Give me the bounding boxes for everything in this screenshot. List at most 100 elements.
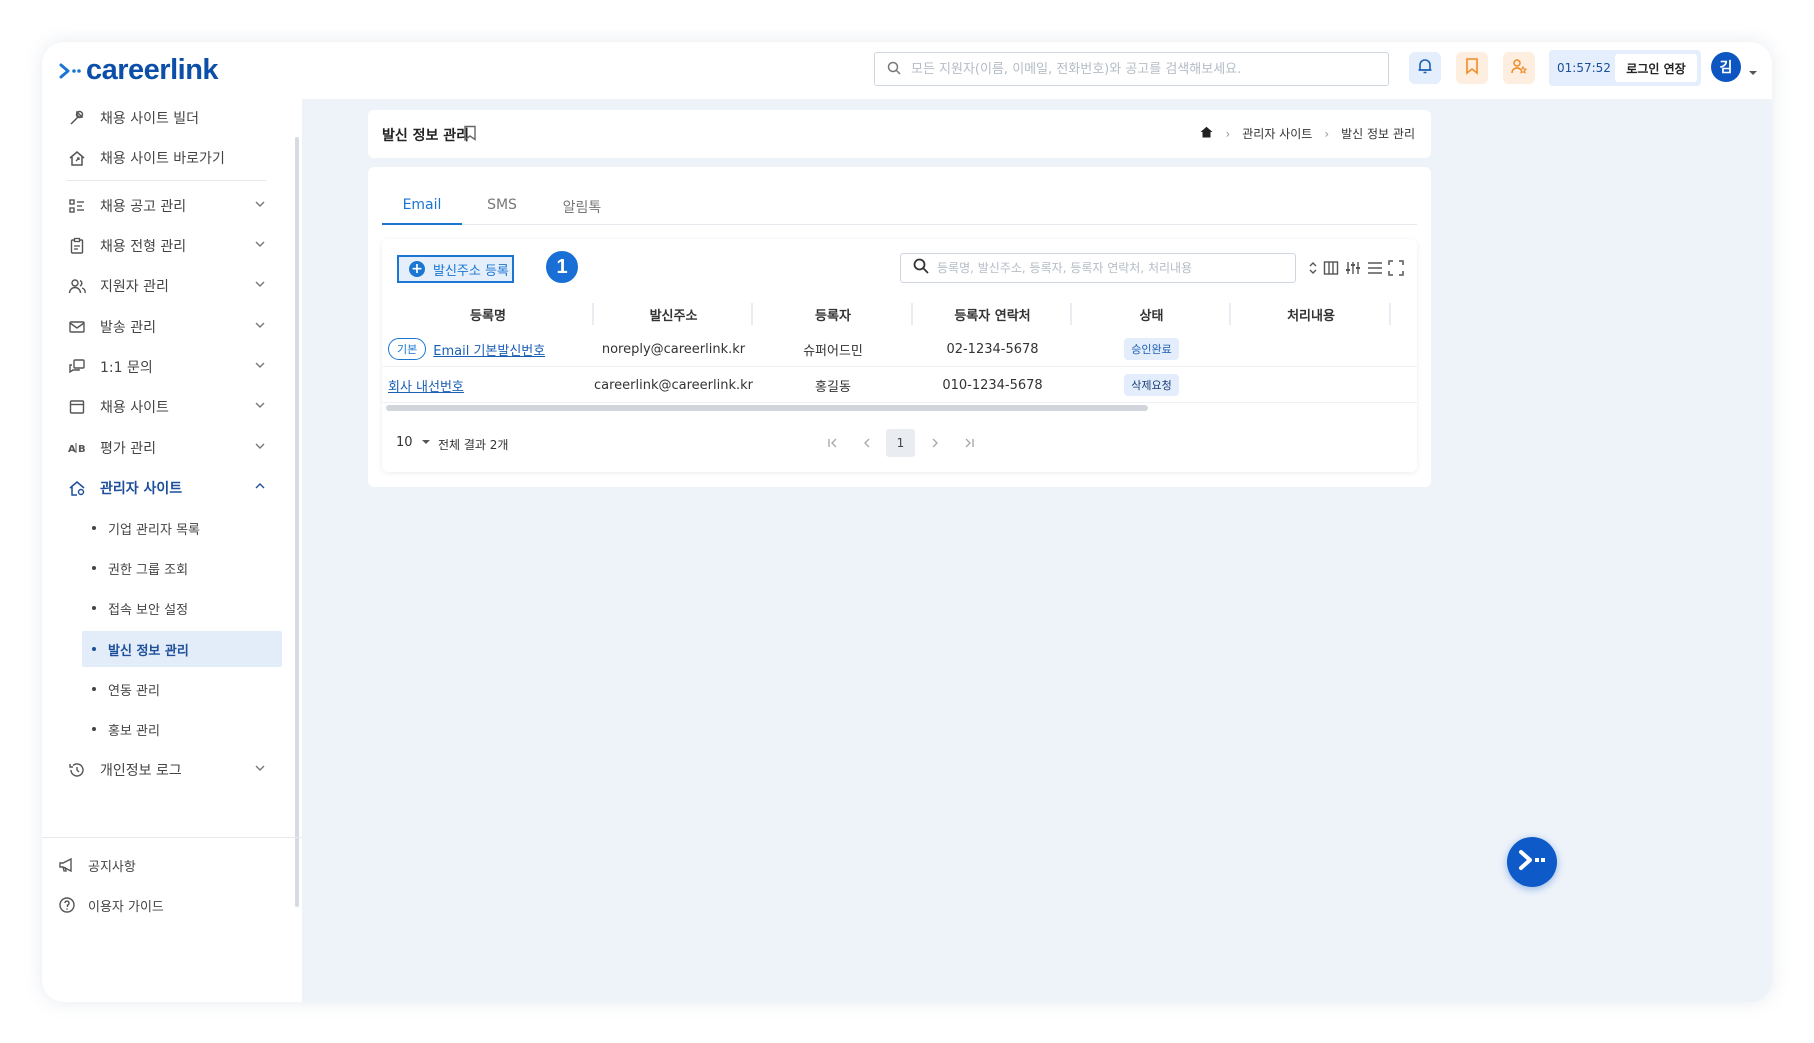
columns-icon[interactable]: [1322, 259, 1340, 277]
tab-email[interactable]: Email: [382, 187, 462, 225]
sort-icon[interactable]: [1304, 259, 1322, 277]
sidebar-scrollbar[interactable]: [295, 137, 299, 907]
prev-page-icon[interactable]: [852, 429, 881, 457]
chevron-down-icon: [254, 278, 266, 294]
add-sender-label: 발신주소 등록: [433, 263, 509, 279]
cell-note: [1231, 367, 1391, 403]
sidebar-item-applicants[interactable]: 지원자 관리: [66, 267, 266, 305]
chevron-down-icon: [254, 319, 266, 335]
sidebar-sub-security[interactable]: 접속 보안 설정: [82, 590, 282, 626]
sidebar-sub-promotion[interactable]: 홍보 관리: [82, 711, 282, 747]
sidebar-item-user-guide[interactable]: 이용자 가이드: [56, 887, 164, 923]
sidebar-item-label: 채용 사이트: [100, 400, 169, 416]
sidebar-item-privacy-log[interactable]: 개인정보 로그: [66, 751, 266, 789]
sidebar-item-label: 채용 전형 관리: [100, 239, 187, 255]
sidebar-item-evaluation[interactable]: AB 평가 관리: [66, 429, 266, 467]
content-card: Email SMS 알림톡 + 발신주소 등록 등록명, 발신주소, 등록자, …: [368, 167, 1431, 487]
home-link-icon: [66, 147, 88, 169]
sidebar-item-inquiry[interactable]: 1:1 문의: [66, 348, 266, 386]
cell-phone: 010-1234-5678: [942, 377, 1043, 393]
sidebar-item-label: 1:1 문의: [100, 360, 153, 376]
column-header[interactable]: 상태: [1072, 297, 1231, 331]
sidebar-sub-label: 홍보 관리: [108, 723, 160, 739]
cell-name: 기본 Email 기본발신번호: [382, 331, 594, 367]
ab-icon: AB: [66, 437, 88, 459]
sidebar-item-label: 발송 관리: [100, 320, 156, 336]
sidebar-item-label: 채용 사이트 바로가기: [100, 151, 225, 167]
notification-button[interactable]: [1409, 52, 1441, 84]
sidebar-sub-sender-info[interactable]: 발신 정보 관리: [82, 631, 282, 667]
column-header[interactable]: 등록자: [753, 297, 913, 331]
filter-sliders-icon[interactable]: [1344, 259, 1362, 277]
bookmark-icon[interactable]: [463, 125, 477, 145]
default-chip: 기본: [388, 338, 427, 360]
bullet-icon: [92, 727, 96, 731]
bell-icon: [1416, 57, 1434, 79]
breadcrumb-item: 발신 정보 관리: [1341, 127, 1415, 141]
assistant-fab[interactable]: [1507, 837, 1557, 887]
search-icon: [887, 60, 901, 79]
page-number[interactable]: 1: [886, 429, 915, 457]
sidebar-sub-company-admins[interactable]: 기업 관리자 목록: [82, 510, 282, 546]
page-size-value: 10: [396, 435, 413, 450]
breadcrumb-item[interactable]: 관리자 사이트: [1242, 125, 1312, 142]
sidebar-sub-integration[interactable]: 연동 관리: [82, 671, 282, 707]
column-header[interactable]: 등록자 연락처: [913, 297, 1072, 331]
global-search-input[interactable]: [911, 61, 1371, 77]
global-search[interactable]: [874, 52, 1389, 86]
home-icon[interactable]: [1200, 126, 1213, 141]
sidebar-item-career-site[interactable]: 채용 사이트: [66, 388, 266, 426]
avatar[interactable]: 김: [1711, 52, 1741, 82]
add-sender-button[interactable]: + 발신주소 등록: [397, 255, 514, 283]
app-window: careerlink 01:57:52 로그인 연장: [42, 42, 1772, 1002]
cell-status: 삭제요청: [1072, 367, 1231, 403]
table-row[interactable]: 기본 Email 기본발신번호 noreply@careerlink.kr 슈퍼…: [382, 331, 1417, 367]
caret-down-icon: [421, 435, 431, 450]
sidebar-item-process[interactable]: 채용 전형 관리: [66, 227, 266, 265]
tab-sms[interactable]: SMS: [462, 187, 542, 225]
svg-text:A: A: [68, 444, 76, 455]
density-icon[interactable]: [1366, 259, 1384, 277]
column-header[interactable]: 등록명: [382, 297, 594, 331]
sidebar-item-sending[interactable]: 발송 관리: [66, 308, 266, 346]
chevron-down-icon[interactable]: [1748, 62, 1758, 81]
table-search-input[interactable]: [937, 261, 1277, 275]
sidebar-item-site-builder[interactable]: 채용 사이트 빌더: [66, 99, 266, 137]
sidebar-item-label: 채용 공고 관리: [100, 199, 187, 215]
bookmark-button[interactable]: [1456, 52, 1488, 84]
profile-star-button[interactable]: [1503, 52, 1535, 84]
cell-phone: 02-1234-5678: [946, 341, 1039, 357]
sidebar-item-label: 지원자 관리: [100, 279, 169, 295]
admin-home-icon: [66, 477, 88, 499]
table-horizontal-scrollbar[interactable]: [386, 405, 1148, 411]
next-page-icon[interactable]: [920, 429, 949, 457]
fullscreen-icon[interactable]: [1387, 259, 1405, 277]
logo[interactable]: careerlink: [58, 54, 219, 87]
sender-name-link[interactable]: Email 기본발신번호: [433, 340, 545, 359]
sidebar-sub-permission-groups[interactable]: 권한 그룹 조회: [82, 550, 282, 586]
extend-login-button[interactable]: 로그인 연장: [1615, 54, 1697, 82]
session-timer: 01:57:52 로그인 연장: [1549, 50, 1701, 86]
sidebar-sub-label: 접속 보안 설정: [108, 602, 189, 618]
first-page-icon[interactable]: [818, 429, 847, 457]
sidebar-item-site-shortcut[interactable]: 채용 사이트 바로가기: [66, 139, 266, 177]
svg-text:B: B: [78, 444, 86, 455]
sidebar-item-job-posting[interactable]: 채용 공고 관리: [66, 187, 266, 225]
last-page-icon[interactable]: [954, 429, 983, 457]
cell-address: noreply@careerlink.kr: [601, 341, 746, 357]
table-row[interactable]: 회사 내선번호 careerlink@careerlink.kr 홍길동 010…: [382, 367, 1417, 403]
sender-name-link[interactable]: 회사 내선번호: [388, 376, 464, 395]
users-icon: [66, 275, 88, 297]
column-header[interactable]: 처리내용: [1231, 297, 1391, 331]
page-size-select[interactable]: 10: [396, 435, 431, 450]
tab-alimtalk[interactable]: 알림톡: [542, 187, 622, 225]
sidebar-item-label: 평가 관리: [100, 441, 156, 457]
cell-status: 승인완료: [1072, 331, 1231, 367]
chevron-down-icon: [254, 762, 266, 778]
column-header[interactable]: 발신주소: [594, 297, 753, 331]
bullet-icon: [92, 647, 96, 651]
chevron-down-icon: [254, 440, 266, 456]
sidebar-item-notice[interactable]: 공지사항: [56, 847, 136, 883]
sidebar-item-admin-site[interactable]: 관리자 사이트: [66, 469, 266, 507]
table-search[interactable]: [900, 253, 1296, 283]
